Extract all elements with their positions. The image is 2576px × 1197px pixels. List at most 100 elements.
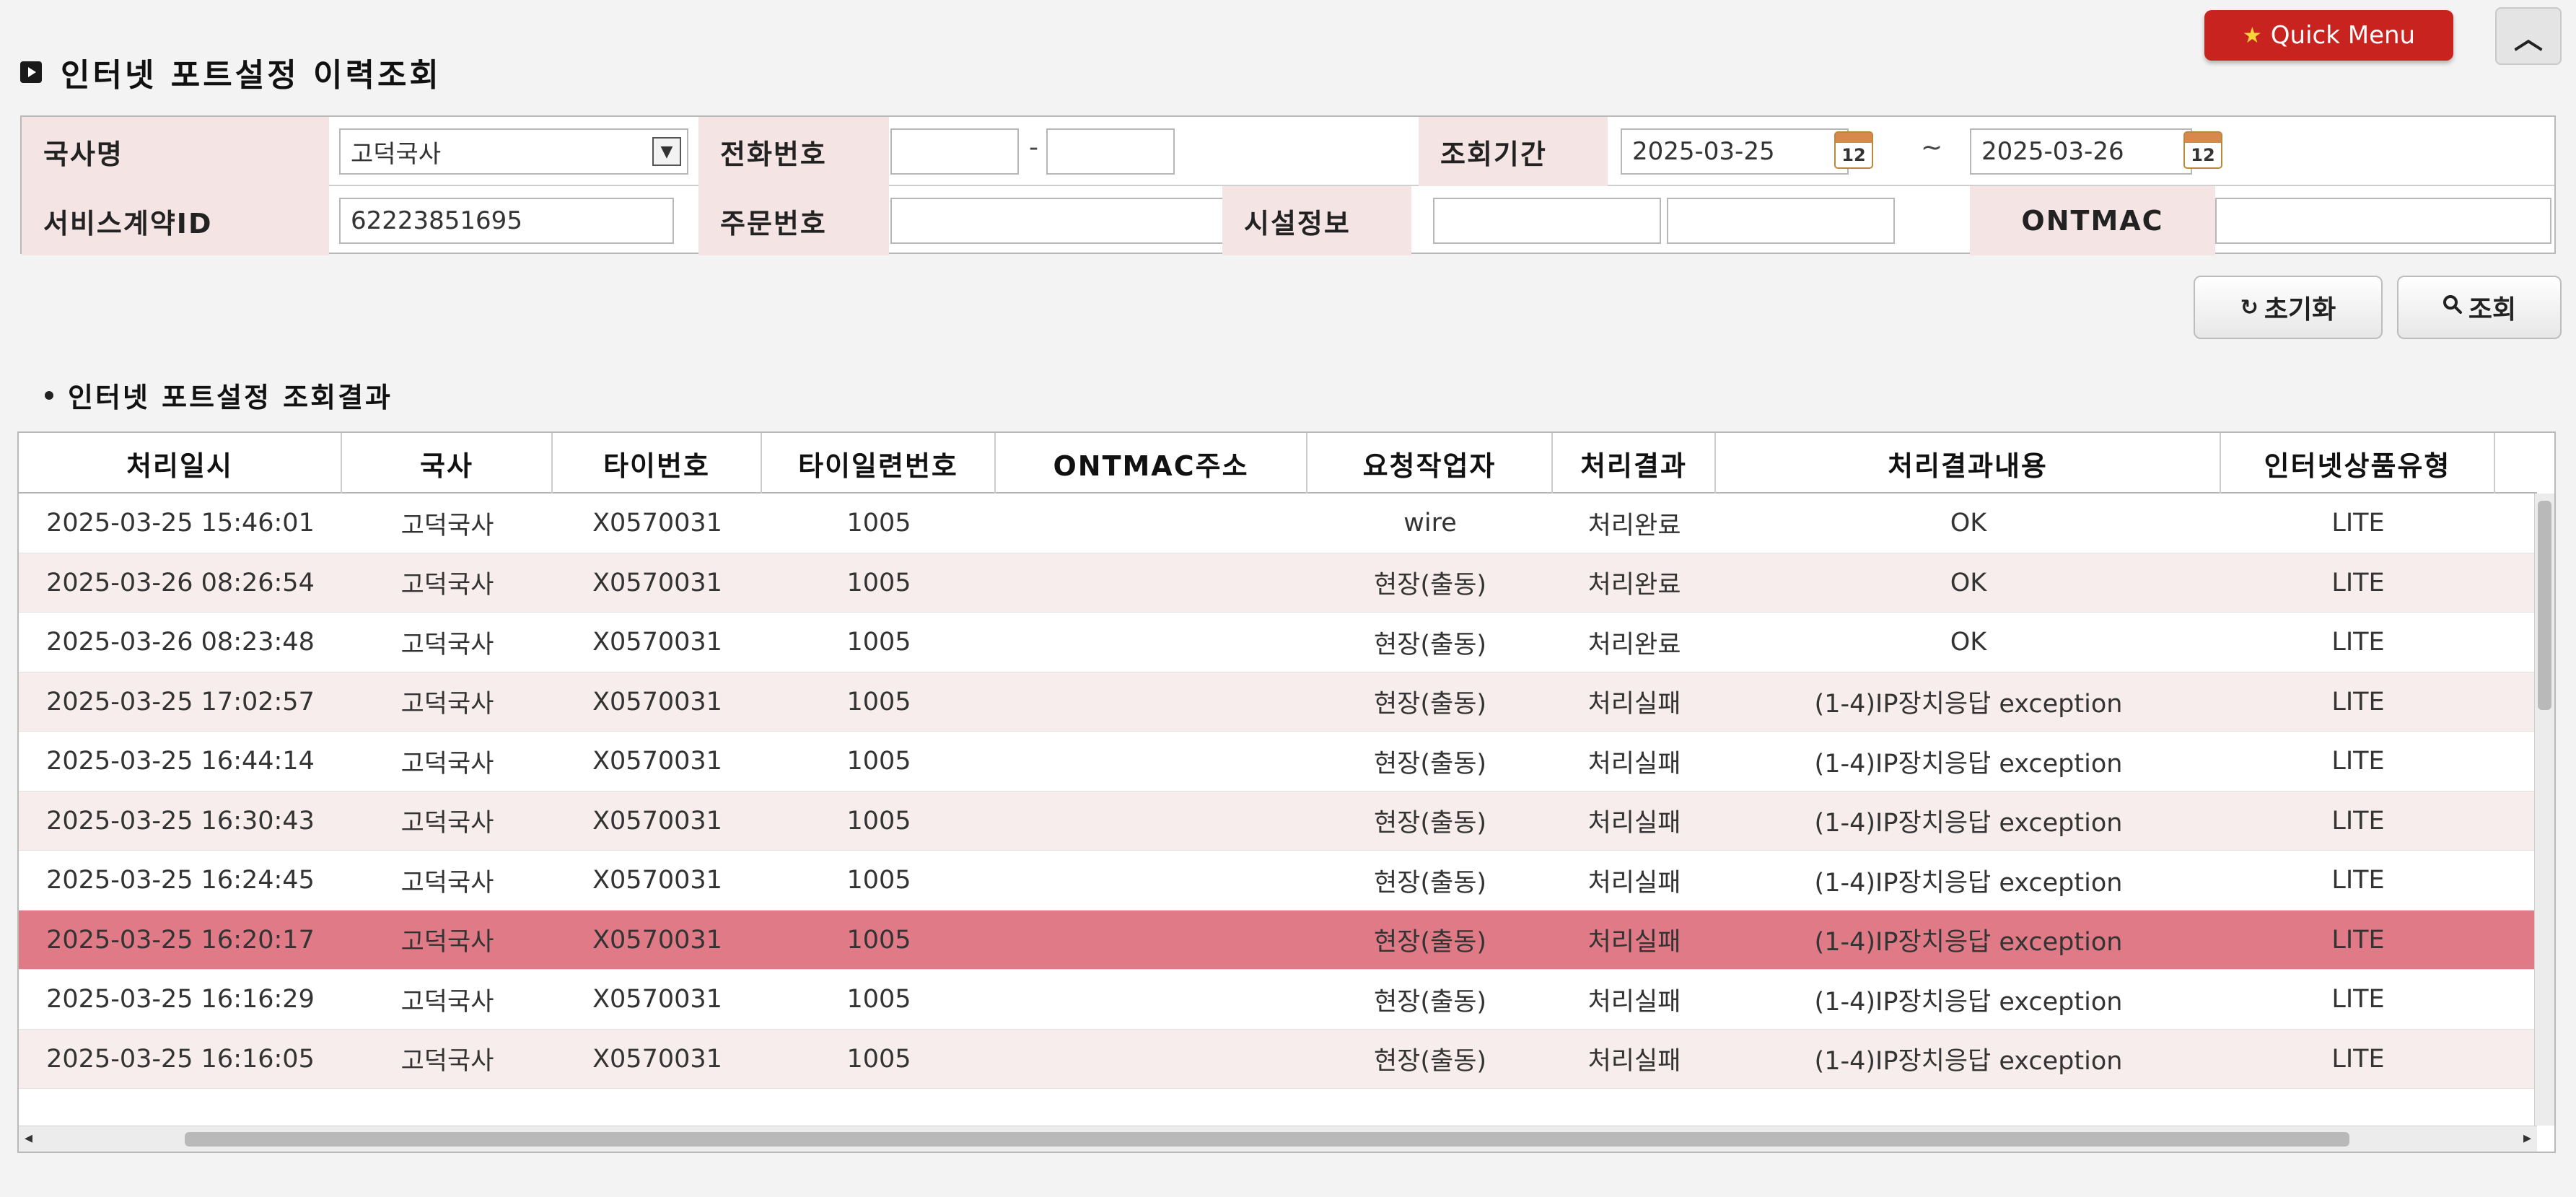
cell-result-detail: OK <box>1950 568 1987 597</box>
cell-requester: 현장(출동) <box>1373 928 1487 957</box>
phone-label: 전화번호 <box>698 117 889 186</box>
cell-tie-number: X0570031 <box>592 687 722 716</box>
app-window: 인터넷 포트설정 이력조회 ★ Quick Menu ︿ 국사명 고덕국사 ▼ … <box>0 0 2576 1197</box>
results-grid: 처리일시 국사 타이번호 타이일련번호 ONTMAC주소 요청작업자 처리결과 … <box>17 431 2556 1153</box>
office-select-value: 고덕국사 <box>351 139 442 169</box>
ontmac-input[interactable] <box>2215 198 2551 244</box>
cell-product-type: LITE <box>2331 509 2385 538</box>
table-row[interactable]: 2025-03-25 16:16:05 고덕국사 X0570031 1005 현장(출동… <box>19 1029 2537 1089</box>
cell-result-detail: OK <box>1950 509 1987 538</box>
vertical-scroll-thumb[interactable] <box>2538 501 2551 710</box>
period-to-input[interactable]: 2025-03-26 <box>1970 128 2192 175</box>
cell-requester: 현장(출동) <box>1373 749 1487 779</box>
contract-id-input[interactable]: 62223851695 <box>339 198 674 244</box>
column-header-datetime[interactable]: 처리일시 <box>19 433 342 494</box>
cell-requester: 현장(출동) <box>1373 987 1487 1017</box>
table-row[interactable]: 2025-03-25 17:02:57 고덕국사 X0570031 1005 현장(출동… <box>19 672 2537 732</box>
phone-input-1[interactable] <box>890 128 1019 175</box>
column-header-requester[interactable]: 요청작업자 <box>1307 433 1553 494</box>
cell-product-type: LITE <box>2331 925 2385 955</box>
cell-tie-number: X0570031 <box>592 806 722 836</box>
facility-input-2[interactable] <box>1667 198 1895 244</box>
collapse-button[interactable]: ︿ <box>2495 7 2562 65</box>
column-header-ontmac[interactable]: ONTMAC주소 <box>996 433 1307 494</box>
table-row[interactable]: 2025-03-25 16:24:45 고덕국사 X0570031 1005 현장(출동… <box>19 851 2537 911</box>
reset-button-label: 초기화 <box>2264 295 2336 325</box>
cell-product-type: LITE <box>2331 568 2385 597</box>
cell-tie-serial: 1005 <box>846 985 911 1014</box>
vertical-scrollbar[interactable] <box>2534 494 2554 1126</box>
cell-office: 고덕국사 <box>400 749 494 779</box>
cell-requester: 현장(출동) <box>1373 690 1487 719</box>
cell-tie-serial: 1005 <box>846 628 911 657</box>
cell-requester: 현장(출동) <box>1373 809 1487 838</box>
cell-datetime: 2025-03-25 16:44:14 <box>46 747 315 776</box>
column-header-product-type[interactable]: 인터넷상품유형 <box>2221 433 2495 494</box>
scroll-right-icon[interactable]: ▸ <box>2523 1129 2531 1147</box>
cell-office: 고덕국사 <box>400 690 494 719</box>
cell-result: 처리실패 <box>1587 690 1681 719</box>
table-row[interactable]: 2025-03-25 16:44:14 고덕국사 X0570031 1005 현장(출동… <box>19 732 2537 792</box>
cell-datetime: 2025-03-26 08:23:48 <box>46 628 315 657</box>
cell-office: 고덕국사 <box>400 511 494 540</box>
cell-tie-serial: 1005 <box>846 747 911 776</box>
cell-tie-serial: 1005 <box>846 687 911 716</box>
calendar-icon[interactable]: 12 <box>1834 131 1873 169</box>
cell-result-detail: (1-4)IP장치응답 exception <box>1814 868 2123 898</box>
phone-input-2[interactable] <box>1046 128 1175 175</box>
cell-requester: 현장(출동) <box>1373 1047 1487 1076</box>
period-tilde: ~ <box>1921 133 1943 162</box>
cell-ontmac <box>996 851 1307 910</box>
cell-tie-number: X0570031 <box>592 866 722 895</box>
cell-result: 처리실패 <box>1587 749 1681 779</box>
cell-tie-number: X0570031 <box>592 1044 722 1074</box>
horizontal-scroll-thumb[interactable] <box>185 1132 2349 1146</box>
table-row[interactable]: 2025-03-25 15:46:01 고덕국사 X0570031 1005 wire 처… <box>19 494 2537 553</box>
star-icon: ★ <box>2242 22 2262 48</box>
cell-result-detail: (1-4)IP장치응답 exception <box>1814 690 2123 719</box>
cell-office: 고덕국사 <box>400 809 494 838</box>
table-row[interactable]: 2025-03-25 16:30:43 고덕국사 X0570031 1005 현장(출동… <box>19 791 2537 851</box>
cell-product-type: LITE <box>2331 1044 2385 1074</box>
column-header-office[interactable]: 국사 <box>342 433 553 494</box>
cell-result: 처리실패 <box>1587 1047 1681 1076</box>
cell-product-type: LITE <box>2331 628 2385 657</box>
phone-dash: - <box>1029 133 1038 162</box>
table-row[interactable]: 2025-03-26 08:23:48 고덕국사 X0570031 1005 현장(출동… <box>19 613 2537 672</box>
scroll-left-icon[interactable]: ◂ <box>25 1129 32 1147</box>
column-header-tie-serial[interactable]: 타이일련번호 <box>762 433 996 494</box>
period-from-input[interactable]: 2025-03-25 <box>1621 128 1849 175</box>
horizontal-scrollbar[interactable]: ◂ ▸ <box>19 1126 2537 1152</box>
order-number-input[interactable] <box>890 198 1243 244</box>
cell-office: 고덕국사 <box>400 868 494 898</box>
cell-tie-serial: 1005 <box>846 806 911 836</box>
office-select[interactable]: 고덕국사 ▼ <box>339 128 688 175</box>
table-row[interactable]: 2025-03-26 08:26:54 고덕국사 X0570031 1005 현장(출동… <box>19 553 2537 613</box>
column-header-result[interactable]: 처리결과 <box>1553 433 1716 494</box>
facility-input-1[interactable] <box>1433 198 1661 244</box>
cell-result-detail: OK <box>1950 628 1987 657</box>
dropdown-arrow-icon[interactable]: ▼ <box>652 137 681 166</box>
cell-datetime: 2025-03-25 17:02:57 <box>46 687 315 716</box>
cell-ontmac <box>996 672 1307 732</box>
page-header: 인터넷 포트설정 이력조회 <box>20 49 442 95</box>
table-row-selected[interactable]: 2025-03-25 16:20:17 고덕국사 X0570031 1005 현장(출동… <box>19 910 2537 970</box>
cell-ontmac <box>996 494 1307 553</box>
calendar-icon[interactable]: 12 <box>2183 131 2222 169</box>
column-header-result-detail[interactable]: 처리결과내용 <box>1716 433 2221 494</box>
cell-office: 고덕국사 <box>400 630 494 659</box>
cell-tie-serial: 1005 <box>846 925 911 955</box>
cell-requester: 현장(출동) <box>1373 630 1487 659</box>
table-row[interactable]: 2025-03-25 16:16:29 고덕국사 X0570031 1005 현장(출동… <box>19 970 2537 1030</box>
column-header-tie-number[interactable]: 타이번호 <box>553 433 762 494</box>
quick-menu-button[interactable]: ★ Quick Menu <box>2204 10 2453 61</box>
cell-datetime: 2025-03-25 16:20:17 <box>46 925 315 955</box>
cell-result-detail: (1-4)IP장치응답 exception <box>1814 809 2123 838</box>
cell-office: 고덕국사 <box>400 987 494 1017</box>
search-button[interactable]: 조회 <box>2397 276 2562 339</box>
cell-ontmac <box>996 732 1307 791</box>
cell-datetime: 2025-03-25 15:46:01 <box>46 509 315 538</box>
reset-button[interactable]: ↻ 초기화 <box>2194 276 2383 339</box>
cell-tie-serial: 1005 <box>846 509 911 538</box>
cell-tie-number: X0570031 <box>592 568 722 597</box>
